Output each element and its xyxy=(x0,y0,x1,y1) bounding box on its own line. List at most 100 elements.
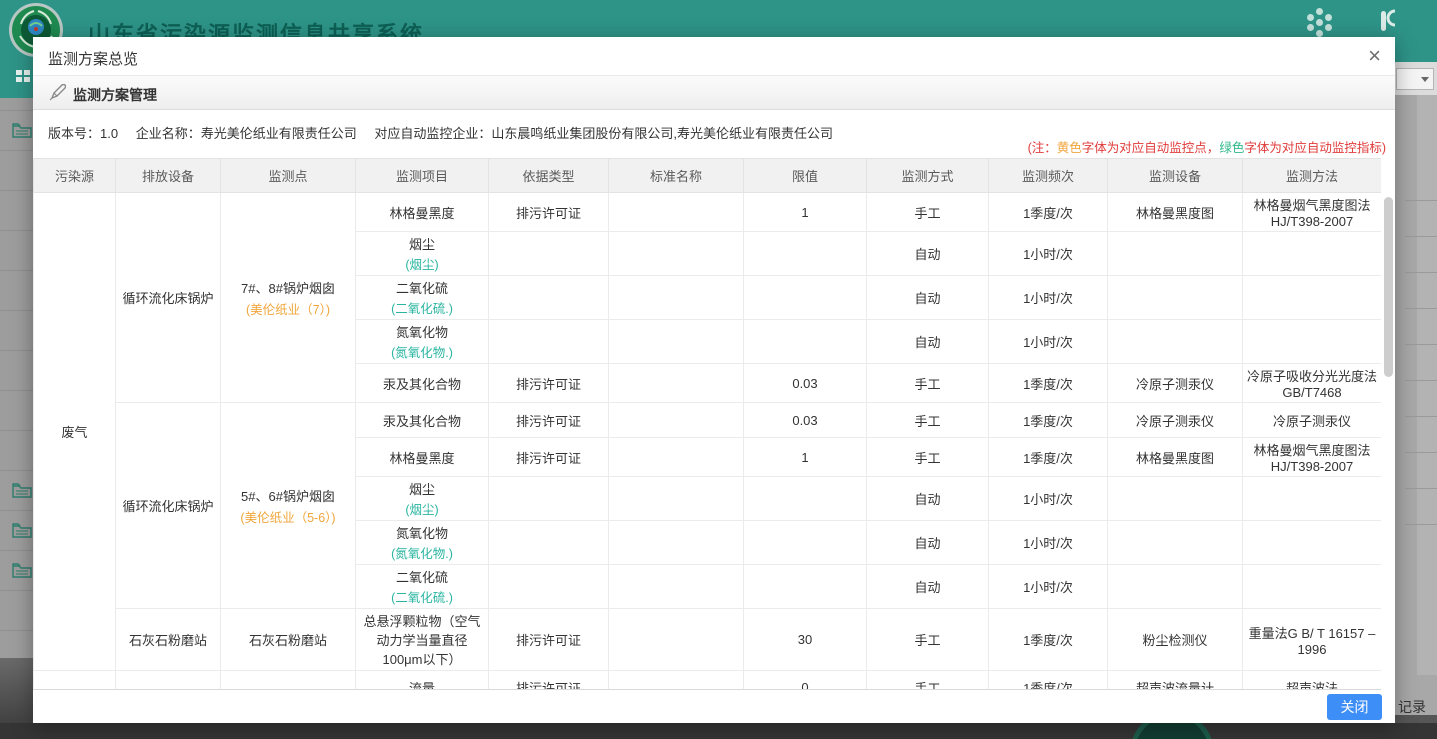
table-row: 石灰石粉磨站石灰石粉磨站总悬浮颗粒物（空气动力学当量直径100μm以下）排污许可… xyxy=(34,609,1382,671)
auto-company-value: 山东晨鸣纸业集团股份有限公司,寿光美伦纸业有限责任公司 xyxy=(491,126,833,141)
cell-limit-value: 1 xyxy=(744,193,867,232)
cell-monitoring-item-auto-tag: (烟尘) xyxy=(360,254,484,273)
cell-monitoring-item: 汞及其化合物 xyxy=(356,403,489,438)
cell-monitoring-mode: 自动 xyxy=(867,276,989,320)
cell-monitoring-item: 氮氧化物(氮氧化物.) xyxy=(356,320,489,364)
monitoring-table: 污染源排放设备监测点监测项目依据类型标准名称限值监测方式监测频次监测设备监测方法… xyxy=(33,158,1381,690)
modal-footer: 关闭 xyxy=(33,690,1395,723)
folder-icon[interactable] xyxy=(12,122,32,139)
cell-monitoring-item: 汞及其化合物 xyxy=(356,364,489,403)
menu-grid-icon[interactable] xyxy=(16,70,30,82)
cell-monitoring-point: 5#、6#锅炉烟囱(美伦纸业（5-6）) xyxy=(221,403,356,609)
section-title: 监测方案管理 xyxy=(73,85,157,105)
cell-monitoring-mode: 手工 xyxy=(867,193,989,232)
note-yellow: 黄色 xyxy=(1057,141,1082,155)
plan-info: 版本号：1.0 企业名称：寿光美伦纸业有限责任公司 对应自动监控企业：山东晨鸣纸… xyxy=(48,123,833,142)
cell-monitoring-mode: 手工 xyxy=(867,438,989,477)
cell-limit-value xyxy=(744,276,867,320)
cell-emission-device: 循环流化床锅炉 xyxy=(116,403,221,609)
version-value: 1.0 xyxy=(100,126,118,141)
cell-emission-device xyxy=(116,671,221,691)
table-scrollbar[interactable] xyxy=(1384,197,1393,377)
cell-monitoring-equipment: 冷原子测汞仪 xyxy=(1108,403,1243,438)
version-label: 版本号： xyxy=(48,126,100,141)
cell-monitoring-equipment xyxy=(1108,232,1243,276)
cell-standard-name xyxy=(609,609,744,671)
cell-monitoring-item: 二氧化硫(二氧化硫.) xyxy=(356,276,489,320)
column-header: 标准名称 xyxy=(609,159,744,193)
column-header: 依据类型 xyxy=(489,159,609,193)
cell-monitoring-mode: 自动 xyxy=(867,521,989,565)
cell-basis-type: 排污许可证 xyxy=(489,403,609,438)
monitoring-plan-modal: 监测方案总览 × 监测方案管理 版本号：1.0 企业名称：寿光美伦纸业有限责任公… xyxy=(33,37,1395,723)
chevron-down-icon xyxy=(1421,77,1429,82)
cell-limit-value: 0.03 xyxy=(744,364,867,403)
cell-monitoring-method xyxy=(1243,320,1382,364)
cell-basis-type: 排污许可证 xyxy=(489,438,609,477)
cell-monitoring-mode: 手工 xyxy=(867,364,989,403)
auto-company-label: 对应自动监控企业： xyxy=(374,126,491,141)
folder-icon[interactable] xyxy=(12,522,32,539)
note-part: (注： xyxy=(1028,141,1057,155)
cell-emission-device: 循环流化床锅炉 xyxy=(116,193,221,403)
sidebar xyxy=(0,98,33,658)
folder-icon[interactable] xyxy=(12,482,32,499)
column-header: 监测频次 xyxy=(989,159,1108,193)
background-table-edge xyxy=(1417,95,1437,675)
records-label: 记录 xyxy=(1398,697,1426,717)
cell-limit-value xyxy=(744,521,867,565)
monitoring-table-wrap: 污染源排放设备监测点监测项目依据类型标准名称限值监测方式监测频次监测设备监测方法… xyxy=(33,158,1381,690)
cell-pollutant-source xyxy=(34,671,116,691)
cell-monitoring-point: 石灰石粉磨站 xyxy=(221,609,356,671)
cell-basis-type xyxy=(489,320,609,364)
cell-monitoring-item-auto-tag: (氮氧化物.) xyxy=(360,342,484,361)
note-part: 字体为对应自动监控点， xyxy=(1082,141,1220,155)
cell-limit-value: 0 xyxy=(744,671,867,691)
column-header: 监测设备 xyxy=(1108,159,1243,193)
cell-limit-value: 30 xyxy=(744,609,867,671)
cell-basis-type xyxy=(489,477,609,521)
cell-monitoring-item-auto-tag: (二氧化硫.) xyxy=(360,298,484,317)
cell-pollutant-source: 废气 xyxy=(34,193,116,671)
company-label: 企业名称： xyxy=(136,126,201,141)
cell-standard-name xyxy=(609,438,744,477)
cell-limit-value: 0.03 xyxy=(744,403,867,438)
table-row: 循环流化床锅炉5#、6#锅炉烟囱(美伦纸业（5-6）)汞及其化合物排污许可证0.… xyxy=(34,403,1382,438)
cell-monitoring-frequency: 1小时/次 xyxy=(989,565,1108,609)
cell-limit-value xyxy=(744,565,867,609)
cell-monitoring-method xyxy=(1243,565,1382,609)
right-page-edge: 记录 xyxy=(1395,0,1437,739)
modal-titlebar: 监测方案总览 × xyxy=(33,37,1395,76)
close-button[interactable]: 关闭 xyxy=(1327,694,1382,720)
cell-standard-name xyxy=(609,232,744,276)
plan-info-row: 版本号：1.0 企业名称：寿光美伦纸业有限责任公司 对应自动监控企业：山东晨鸣纸… xyxy=(33,110,1395,158)
cell-monitoring-item: 林格曼黑度 xyxy=(356,193,489,232)
cell-monitoring-method xyxy=(1243,477,1382,521)
background-dropdown[interactable] xyxy=(1396,68,1434,90)
cell-monitoring-item: 二氧化硫(二氧化硫.) xyxy=(356,565,489,609)
cell-monitoring-frequency: 1季度/次 xyxy=(989,671,1108,691)
cell-basis-type: 排污许可证 xyxy=(489,609,609,671)
cell-monitoring-method: 超声波法 xyxy=(1243,671,1382,691)
note-part: 字体为对应自动监控指标) xyxy=(1244,141,1386,155)
cell-limit-value: 1 xyxy=(744,438,867,477)
cell-monitoring-item: 氮氧化物(氮氧化物.) xyxy=(356,521,489,565)
cell-monitoring-equipment: 林格曼黑度图 xyxy=(1108,193,1243,232)
right-header-edge xyxy=(1395,0,1437,62)
cell-monitoring-equipment xyxy=(1108,565,1243,609)
note-green: 绿色 xyxy=(1219,141,1244,155)
cell-standard-name xyxy=(609,521,744,565)
apps-grid-icon[interactable] xyxy=(1303,7,1335,39)
close-icon[interactable]: × xyxy=(1368,43,1381,69)
column-header: 排放设备 xyxy=(116,159,221,193)
cell-limit-value xyxy=(744,320,867,364)
cell-standard-name xyxy=(609,193,744,232)
cell-monitoring-mode: 自动 xyxy=(867,477,989,521)
cell-monitoring-frequency: 1小时/次 xyxy=(989,521,1108,565)
cell-monitoring-item-auto-tag: (二氧化硫.) xyxy=(360,587,484,606)
folder-icon[interactable] xyxy=(12,562,32,579)
cell-monitoring-method: 林格曼烟气黑度图法HJ/T398-2007 xyxy=(1243,193,1382,232)
page-bottom-bar xyxy=(0,723,1437,739)
pencil-icon xyxy=(49,84,66,101)
cell-standard-name xyxy=(609,320,744,364)
